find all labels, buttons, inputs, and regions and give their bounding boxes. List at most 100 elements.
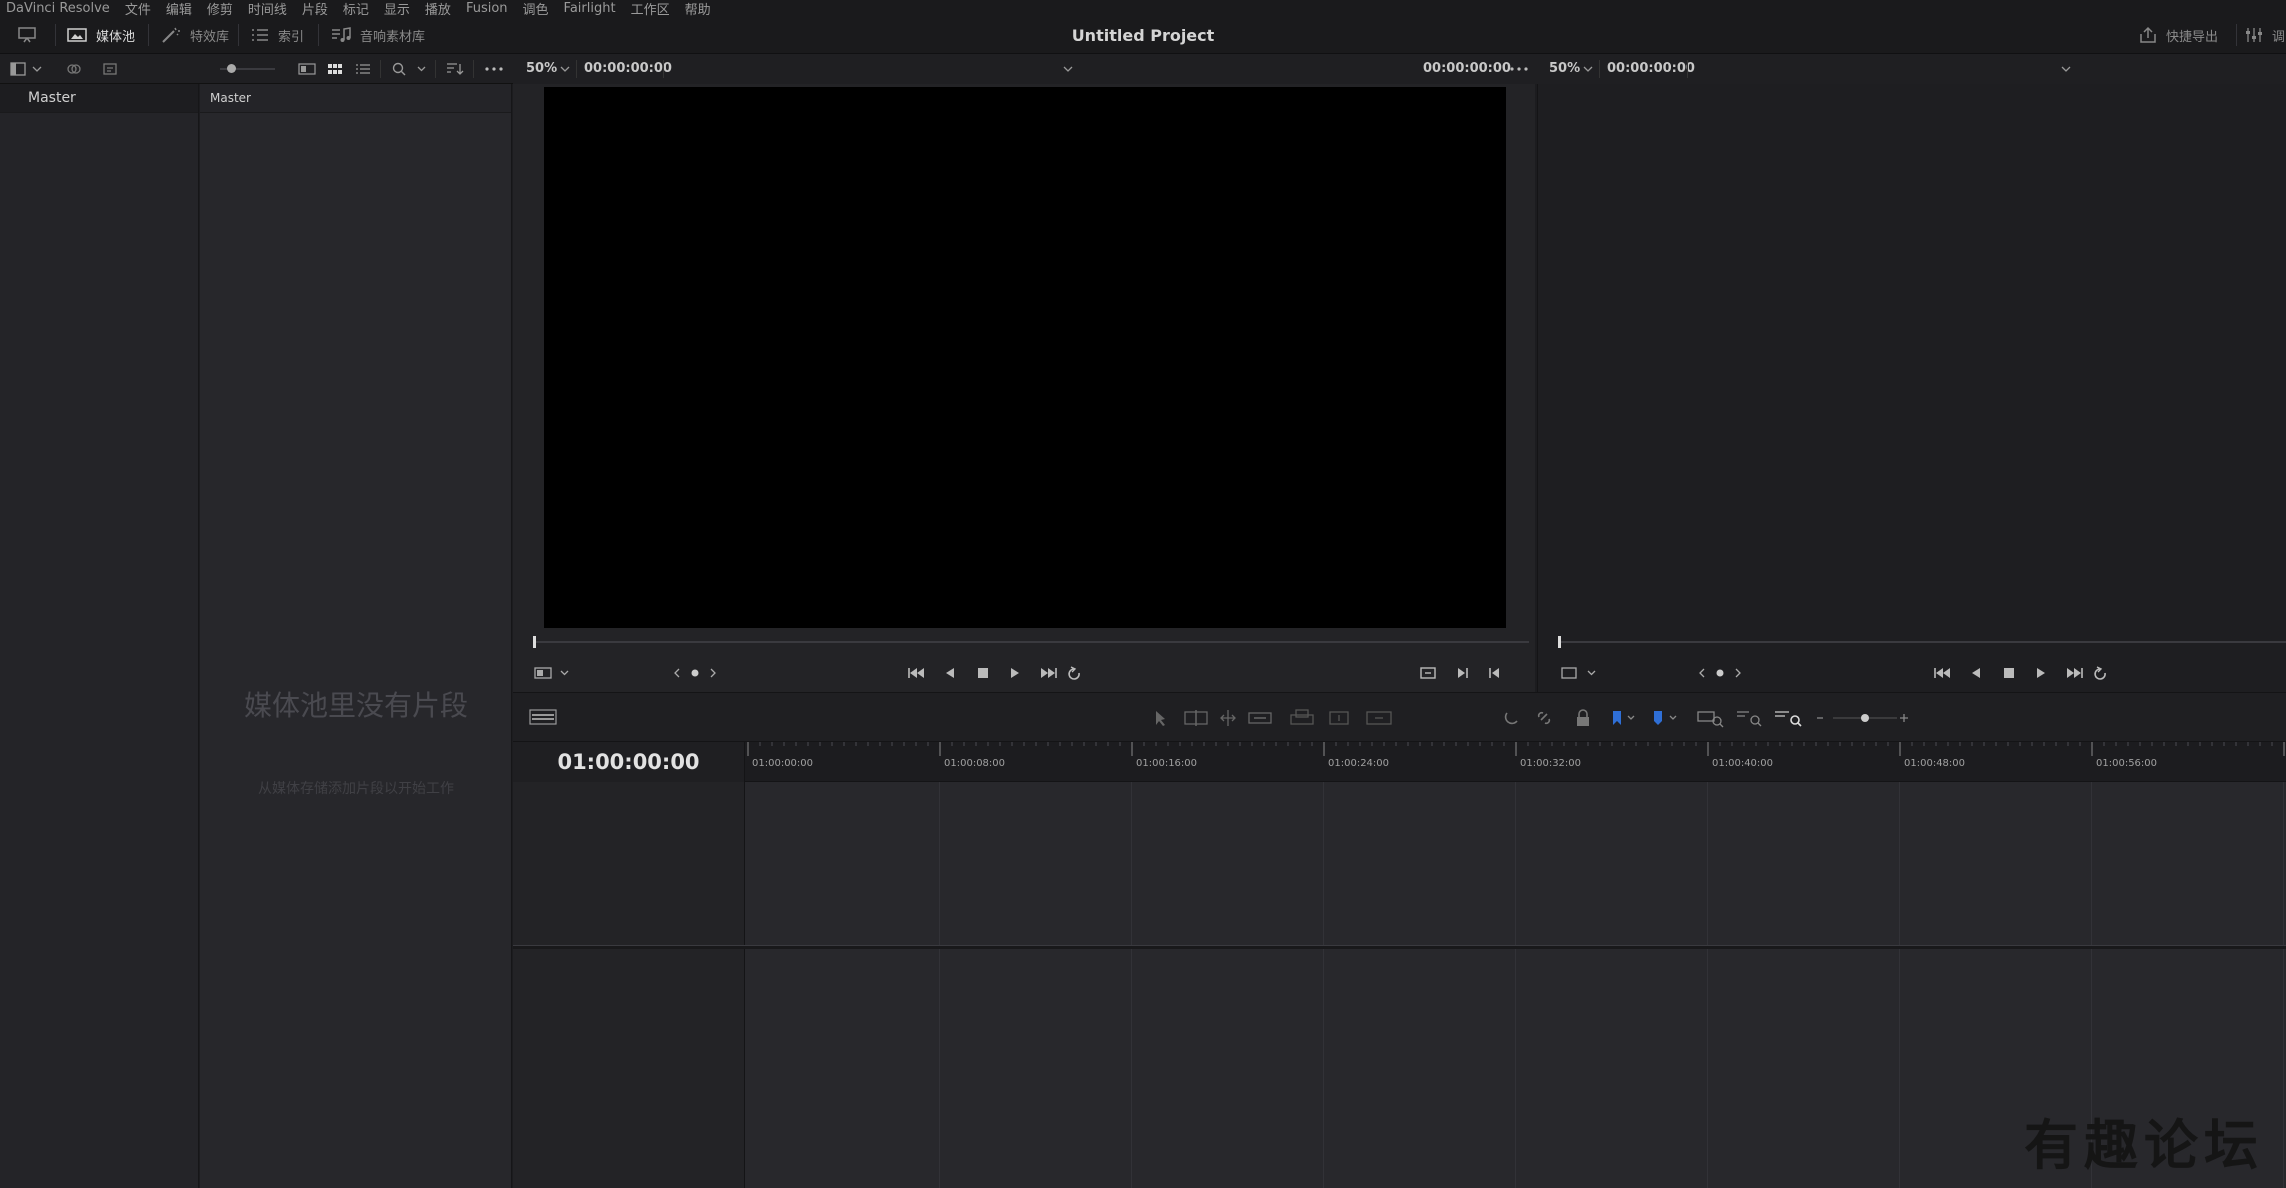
effects-library-button[interactable]: 特效库 — [160, 16, 229, 54]
menu-item-trim[interactable]: 修剪 — [207, 0, 233, 18]
record-scrubber[interactable] — [1558, 636, 2286, 648]
timeline-timecode[interactable]: 01:00:00:00 — [513, 742, 745, 782]
menu-item-fusion[interactable]: Fusion — [466, 1, 508, 16]
mark-out-button[interactable] — [1489, 668, 1499, 678]
video-track[interactable] — [745, 782, 2286, 945]
go-to-end-button[interactable] — [2067, 668, 2083, 678]
jog-wheel-icon — [674, 668, 716, 678]
stop-button[interactable] — [978, 668, 988, 678]
menu-item-fairlight[interactable]: Fairlight — [564, 1, 616, 16]
list-view-button[interactable] — [352, 60, 374, 78]
zoom-custom-icon[interactable] — [1775, 711, 1802, 727]
zoom-detail-icon[interactable] — [1737, 711, 1762, 727]
play-button[interactable] — [1011, 668, 1019, 678]
record-zoom-dropdown[interactable]: 50% — [1549, 61, 1580, 76]
flag-icon[interactable] — [1613, 711, 1635, 725]
timeline-zoom-slider[interactable] — [1833, 714, 1897, 722]
source-jog-control[interactable] — [673, 666, 717, 682]
thumbnail-size-slider[interactable] — [220, 64, 275, 73]
overwrite-clip-icon[interactable] — [1329, 711, 1349, 725]
video-track-header[interactable] — [513, 782, 745, 945]
mark-in-button[interactable] — [1458, 668, 1468, 678]
source-scrubber[interactable] — [533, 636, 1529, 648]
stop-button[interactable] — [2004, 668, 2014, 678]
mixer-label: 调 — [2272, 29, 2286, 45]
menu-item-clip[interactable]: 片段 — [302, 0, 328, 18]
record-timeline-dropdown-icon[interactable] — [2061, 65, 2071, 73]
menu-item-workspace[interactable]: 工作区 — [631, 0, 670, 18]
media-pool-options-button[interactable] — [482, 60, 506, 78]
loop-button[interactable] — [1068, 666, 1080, 680]
play-reverse-button[interactable] — [1972, 668, 1980, 678]
index-button[interactable]: 索引 — [250, 16, 304, 54]
zoom-full-icon[interactable] — [1697, 711, 1724, 728]
play-reverse-button[interactable] — [946, 668, 954, 678]
go-to-start-button[interactable] — [908, 668, 924, 678]
media-pool-button[interactable]: 媒体池 — [66, 16, 135, 54]
menu-item-edit[interactable]: 编辑 — [166, 0, 192, 18]
ruler-label: 01:00:00:00 — [752, 758, 814, 769]
sound-library-button[interactable]: 音响素材库 — [330, 16, 425, 54]
go-to-start-button[interactable] — [1934, 668, 1950, 678]
source-transport-controls — [904, 663, 1084, 683]
quick-export-button[interactable]: 快捷导出 — [2138, 16, 2218, 54]
insert-clip-icon[interactable] — [1290, 709, 1314, 725]
play-button[interactable] — [2037, 668, 2045, 678]
search-button[interactable] — [390, 60, 430, 78]
list-view-icon — [356, 64, 370, 74]
selection-tool-icon[interactable] — [1156, 711, 1165, 726]
trim-tool-icon[interactable] — [1184, 710, 1208, 726]
snapping-icon[interactable] — [1504, 712, 1518, 725]
metadata-view-icon — [298, 63, 316, 75]
bin-item-master[interactable]: Master — [0, 84, 198, 113]
thumbnail-view-button[interactable] — [324, 60, 346, 78]
source-zoom-dropdown[interactable]: 50% — [526, 61, 557, 76]
go-to-end-button[interactable] — [1041, 668, 1057, 678]
link-button[interactable] — [64, 60, 84, 78]
loop-button[interactable] — [2094, 666, 2106, 680]
ruler-label: 01:00:24:00 — [1328, 758, 1390, 769]
source-playhead[interactable] — [533, 636, 536, 648]
panel-layout-button[interactable] — [6, 60, 46, 78]
mixer-button[interactable]: 调 — [2244, 16, 2285, 54]
menu-item-file[interactable]: 文件 — [125, 0, 151, 18]
zoom-in-icon[interactable] — [1900, 714, 1908, 722]
bin-list-panel: Master — [0, 84, 199, 1188]
dynamic-trim-icon[interactable] — [1220, 710, 1236, 726]
record-playhead[interactable] — [1558, 636, 1561, 648]
source-view-options-button[interactable] — [533, 666, 573, 682]
replace-clip-icon[interactable] — [1366, 711, 1392, 725]
slider-handle[interactable] — [227, 64, 236, 73]
menu-item-app[interactable]: DaVinci Resolve — [6, 1, 110, 16]
media-pool-header: Master — [200, 84, 511, 113]
timeline-ruler[interactable]: 01:00:00:00 01:00:08:00 01:00:16:00 01:00:2… — [745, 742, 2286, 782]
record-view-options-button[interactable] — [1560, 666, 1600, 682]
more-icon — [485, 67, 503, 71]
menu-item-color[interactable]: 调色 — [523, 0, 549, 18]
blade-tool-icon[interactable] — [1248, 712, 1272, 724]
menu-item-mark[interactable]: 标记 — [343, 0, 369, 18]
sort-button[interactable] — [444, 60, 466, 78]
source-video-frame[interactable] — [544, 87, 1506, 628]
record-viewer — [1537, 84, 2286, 692]
audio-track-header[interactable] — [513, 949, 745, 1188]
workspace-toggle-button[interactable] — [16, 16, 38, 54]
grid-line — [939, 949, 940, 1188]
menu-item-playback[interactable]: 播放 — [425, 0, 451, 18]
marker-icon[interactable] — [1654, 711, 1677, 725]
source-options-icon[interactable] — [1510, 67, 1528, 71]
menu-item-help[interactable]: 帮助 — [685, 0, 711, 18]
menu-item-timeline[interactable]: 时间线 — [248, 0, 287, 18]
source-clip-dropdown-icon[interactable] — [1063, 65, 1073, 73]
smart-bin-button[interactable] — [100, 60, 120, 78]
menu-item-view[interactable]: 显示 — [384, 0, 410, 18]
record-jog-control[interactable] — [1698, 666, 1742, 682]
linked-selection-icon[interactable] — [1537, 711, 1551, 725]
metadata-view-button[interactable] — [296, 60, 318, 78]
position-lock-icon[interactable] — [1577, 709, 1589, 726]
sub-toolbar: 50% 00:00:00:00 00:00:00:00 50% 00:00:00… — [0, 54, 2286, 84]
ruler-label: 01:00:16:00 — [1136, 758, 1198, 769]
grid-icon — [328, 64, 342, 74]
match-frame-button[interactable] — [1420, 667, 1436, 679]
timeline-view-options-button[interactable] — [529, 708, 557, 726]
